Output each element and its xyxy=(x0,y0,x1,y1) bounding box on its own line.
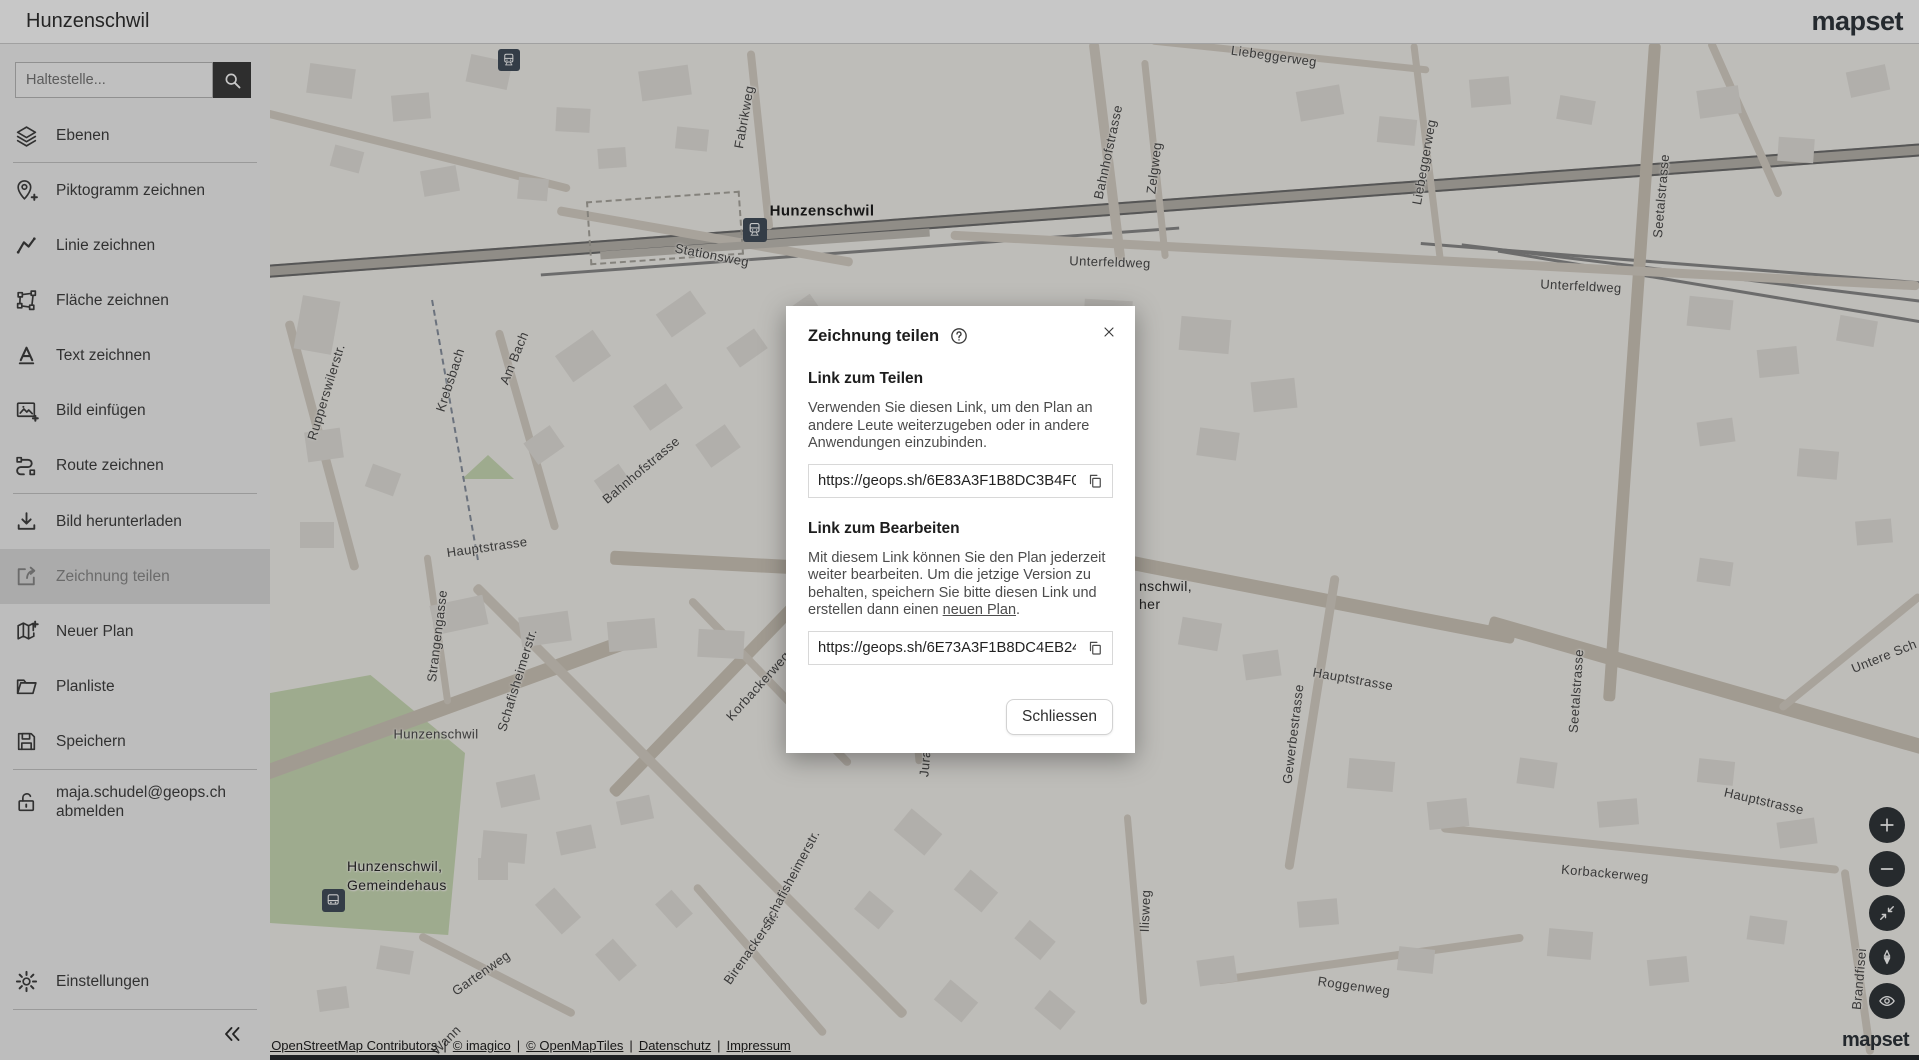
edit-link-input[interactable] xyxy=(809,640,1078,656)
edit-link-row xyxy=(808,631,1113,665)
share-link-description: Verwenden Sie diesen Link, um den Plan a… xyxy=(808,400,1113,453)
copy-icon xyxy=(1086,472,1104,490)
share-dialog: Zeichnung teilen Link zum Teilen Verwend… xyxy=(786,306,1135,753)
help-icon xyxy=(949,326,969,346)
schliessen-button[interactable]: Schliessen xyxy=(1006,699,1113,735)
new-plan-link[interactable]: neuen Plan xyxy=(943,602,1016,618)
help-icon[interactable] xyxy=(949,326,969,346)
close-icon[interactable] xyxy=(1099,322,1119,345)
copy-share-link-button[interactable] xyxy=(1078,466,1112,496)
share-link-row xyxy=(808,464,1113,498)
copy-icon xyxy=(1086,639,1104,657)
edit-link-description: Mit diesem Link können Sie den Plan jede… xyxy=(808,550,1113,620)
edit-description-period: . xyxy=(1016,602,1020,618)
share-link-heading: Link zum Teilen xyxy=(808,370,1113,388)
dialog-title: Zeichnung teilen xyxy=(808,327,939,346)
close-icon xyxy=(1101,324,1117,340)
copy-edit-link-button[interactable] xyxy=(1078,633,1112,663)
share-link-input[interactable] xyxy=(809,473,1078,489)
edit-link-heading: Link zum Bearbeiten xyxy=(808,520,1113,538)
app-window: FabrikwegBahnhofstrasseZelgwegLiebeggerw… xyxy=(0,0,1919,1060)
